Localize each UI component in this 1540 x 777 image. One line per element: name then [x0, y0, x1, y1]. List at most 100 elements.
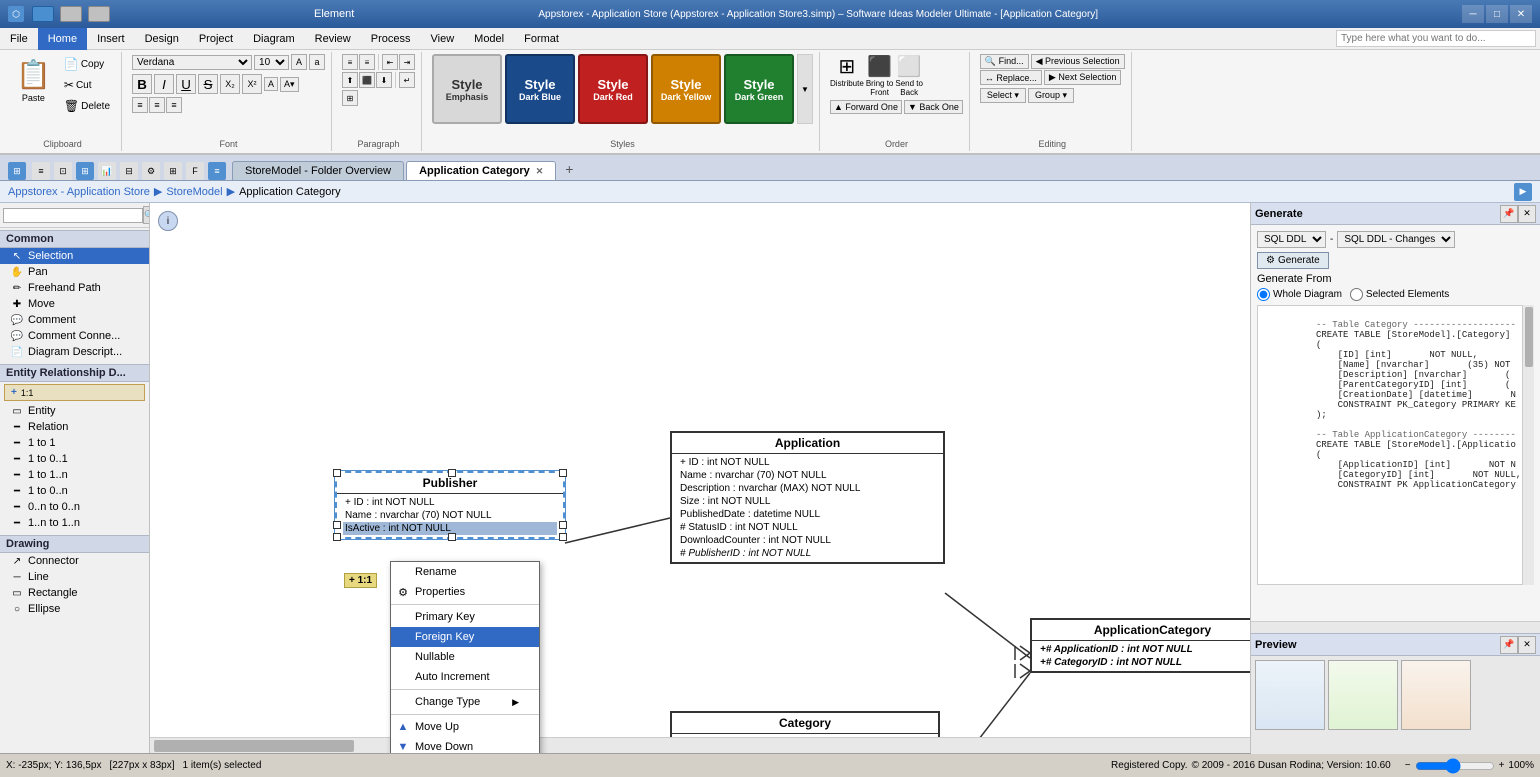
minimize-btn[interactable]: ─	[1462, 5, 1484, 23]
breadcrumb-appstore[interactable]: Appstorex - Application Store	[8, 186, 150, 198]
panel-item-entity[interactable]: ▭ Entity	[0, 403, 149, 419]
strikethrough-btn[interactable]: S	[198, 74, 218, 94]
ctx-nullable[interactable]: Nullable	[391, 647, 539, 667]
panel-item-line[interactable]: ─ Line	[0, 569, 149, 585]
appcategory-row-0[interactable]: +# ApplicationID : int NOT NULL	[1038, 643, 1250, 656]
appcategory-entity[interactable]: ApplicationCategory +# ApplicationID : i…	[1030, 618, 1250, 673]
handle-tr[interactable]	[559, 469, 567, 477]
numbered-list-btn[interactable]: ≡	[359, 54, 375, 70]
radio-whole-diagram[interactable]: Whole Diagram	[1257, 288, 1342, 301]
wrap-btn[interactable]: ↵	[399, 72, 415, 88]
handle-ml[interactable]	[333, 521, 341, 529]
ctx-rename[interactable]: Rename	[391, 562, 539, 582]
application-entity[interactable]: Application + ID : int NOT NULL Name : n…	[670, 431, 945, 564]
menu-model[interactable]: Model	[464, 28, 514, 50]
handle-bl[interactable]	[333, 533, 341, 541]
h-scroll-thumb[interactable]	[154, 740, 354, 752]
handle-mr[interactable]	[559, 521, 567, 529]
menu-format[interactable]: Format	[514, 28, 569, 50]
styles-more-btn[interactable]: ▼	[797, 54, 813, 124]
zoom-minus[interactable]: −	[1405, 760, 1411, 771]
delete-button[interactable]: 🗑Delete	[59, 96, 115, 116]
tab-folder-overview[interactable]: StoreModel - Folder Overview	[232, 161, 404, 180]
style-darkblue-btn[interactable]: Style Dark Blue	[505, 54, 575, 124]
align-right-btn[interactable]: ≡	[166, 97, 182, 113]
radio-selected-elements[interactable]: Selected Elements	[1350, 288, 1449, 301]
hint-icon[interactable]: i	[158, 211, 178, 231]
copy-button[interactable]: 📄Copy	[59, 54, 115, 74]
next-selection-btn[interactable]: ▶ Next Selection	[1044, 70, 1121, 85]
handle-tl[interactable]	[333, 469, 341, 477]
align-center-btn[interactable]: ≡	[149, 97, 165, 113]
panel-item-relation[interactable]: ━ Relation	[0, 419, 149, 435]
menu-review[interactable]: Review	[305, 28, 361, 50]
er-1-1-indicator[interactable]: +1:1	[4, 384, 145, 401]
ctx-move-down[interactable]: ▼ Move Down	[391, 737, 539, 753]
publisher-row-1[interactable]: Name : nvarchar (70) NOT NULL	[343, 509, 557, 522]
panel-item-1nto1n[interactable]: ━ 1..n to 1..n	[0, 515, 149, 531]
tab-add-btn[interactable]: +	[558, 158, 580, 180]
app-row-1[interactable]: Name : nvarchar (70) NOT NULL	[678, 469, 937, 482]
list-btn[interactable]: ≡	[342, 54, 358, 70]
panel-item-1to0n[interactable]: ━ 1 to 0..n	[0, 483, 149, 499]
panel-item-freehand[interactable]: ✏ Freehand Path	[0, 280, 149, 296]
menu-diagram[interactable]: Diagram	[243, 28, 305, 50]
preview-thumb-3[interactable]	[1401, 660, 1471, 730]
indent-decrease-btn[interactable]: ⇤	[382, 54, 398, 70]
valign-mid-btn[interactable]: ⬛	[359, 72, 375, 88]
menu-design[interactable]: Design	[135, 28, 189, 50]
panel-item-1to01[interactable]: ━ 1 to 0..1	[0, 451, 149, 467]
canvas-area[interactable]: i Publisher	[150, 203, 1250, 753]
font-size-increase[interactable]: A	[291, 54, 307, 70]
panel-search-btn[interactable]: 🔍	[143, 206, 150, 224]
menu-project[interactable]: Project	[189, 28, 243, 50]
ddl-type-select[interactable]: SQL DDL	[1257, 231, 1326, 248]
select-btn[interactable]: Select ▾	[980, 88, 1026, 103]
publisher-row-0[interactable]: + ID : int NOT NULL	[343, 496, 557, 509]
menu-file[interactable]: File	[0, 28, 38, 50]
panel-item-rectangle[interactable]: ▭ Rectangle	[0, 585, 149, 601]
style-darkred-btn[interactable]: Style Dark Red	[578, 54, 648, 124]
handle-br[interactable]	[559, 533, 567, 541]
preview-thumb-1[interactable]	[1255, 660, 1325, 730]
panel-item-1to1n[interactable]: ━ 1 to 1..n	[0, 467, 149, 483]
generate-btn[interactable]: ⚙ Generate	[1257, 252, 1329, 269]
breadcrumb-storemodel[interactable]: StoreModel	[166, 186, 222, 198]
valign-top-btn[interactable]: ⬆	[342, 72, 358, 88]
publisher-entity[interactable]: Publisher + ID : int NOT NULL Name : nva…	[335, 471, 565, 539]
ctx-auto-increment[interactable]: Auto Increment	[391, 667, 539, 687]
app-row-0[interactable]: + ID : int NOT NULL	[678, 456, 937, 469]
h-scrollbar[interactable]	[150, 737, 1250, 753]
panel-item-0nto0n[interactable]: ━ 0..n to 0..n	[0, 499, 149, 515]
panel-item-ellipse[interactable]: ○ Ellipse	[0, 601, 149, 617]
code-vscrollbar[interactable]	[1522, 305, 1534, 585]
app-row-2[interactable]: Description : nvarchar (MAX) NOT NULL	[678, 482, 937, 495]
preview-pin-btn[interactable]: 📌	[1500, 636, 1518, 654]
tab-close-btn[interactable]: ✕	[536, 166, 544, 177]
menu-process[interactable]: Process	[361, 28, 421, 50]
indent-increase-btn[interactable]: ⇥	[399, 54, 415, 70]
code-vscroll-thumb[interactable]	[1525, 307, 1533, 367]
close-btn[interactable]: ✕	[1510, 5, 1532, 23]
generate-pin-btn[interactable]: 📌	[1500, 205, 1518, 223]
panel-item-comment-conn[interactable]: 💬 Comment Conne...	[0, 328, 149, 344]
ddl-changes-select[interactable]: SQL DDL - Changes	[1337, 231, 1455, 248]
panel-item-diagram-desc[interactable]: 📄 Diagram Descript...	[0, 344, 149, 360]
font-color-btn[interactable]: A	[264, 77, 278, 91]
superscript-btn[interactable]: X²	[242, 74, 262, 94]
radio-selected-elements-input[interactable]	[1350, 288, 1363, 301]
highlight-btn[interactable]: A▾	[280, 77, 299, 92]
valign-bot-btn[interactable]: ⬇	[376, 72, 392, 88]
handle-bc[interactable]	[448, 533, 456, 541]
ctx-primary-key[interactable]: Primary Key	[391, 607, 539, 627]
maximize-btn[interactable]: □	[1486, 5, 1508, 23]
preview-close-btn[interactable]: ✕	[1518, 636, 1536, 654]
preview-thumb-2[interactable]	[1328, 660, 1398, 730]
quick-undo-btn[interactable]	[60, 6, 82, 22]
menu-view[interactable]: View	[421, 28, 465, 50]
previous-selection-btn[interactable]: ◀ Previous Selection	[1031, 54, 1125, 69]
find-btn[interactable]: 🔍 Find...	[980, 54, 1029, 69]
navigate-btn[interactable]: ▶	[1514, 183, 1532, 201]
panel-item-comment[interactable]: 💬 Comment	[0, 312, 149, 328]
app-row-3[interactable]: Size : int NOT NULL	[678, 495, 937, 508]
